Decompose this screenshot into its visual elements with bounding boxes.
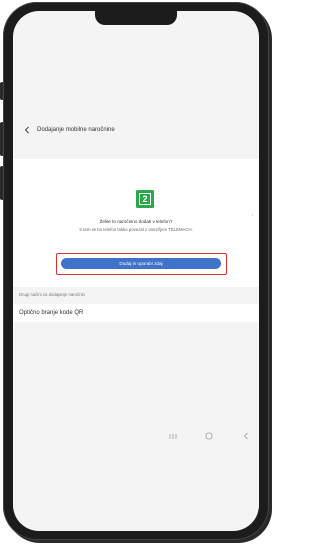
add-description: S tem se bo telefon lahko povezal z omre… bbox=[79, 227, 193, 232]
add-subscription-card: 2 Želite to naročnino dodati v telefon? … bbox=[13, 159, 259, 287]
stage: Dodajanje mobilne naročnine 2 Želite to … bbox=[0, 0, 279, 545]
add-and-use-now-button[interactable]: Dodaj in uporabi zdaj bbox=[61, 258, 221, 269]
add-question: Želite to naročnino dodati v telefon? bbox=[99, 219, 173, 224]
recents-icon[interactable] bbox=[166, 431, 180, 441]
phone-screen: Dodajanje mobilne naročnine 2 Želite to … bbox=[13, 11, 259, 531]
back-chevron-icon[interactable] bbox=[19, 121, 35, 139]
back-icon[interactable] bbox=[239, 431, 253, 441]
sim-card-icon: 2 bbox=[135, 189, 155, 209]
qr-option-label: Optično branje kode QR bbox=[19, 310, 84, 316]
scan-qr-code-option[interactable]: Optično branje kode QR bbox=[13, 304, 259, 322]
sim-number: 2 bbox=[142, 194, 148, 204]
camera-notch bbox=[95, 11, 177, 25]
app-header: Dodajanje mobilne naročnine bbox=[13, 121, 259, 139]
card-edge-mark: ' bbox=[252, 215, 254, 221]
highlight-box: Dodaj in uporabi zdaj bbox=[56, 253, 227, 275]
other-methods-label: Drugi načini za dodajanje naročnin bbox=[19, 292, 85, 297]
page-title: Dodajanje mobilne naročnine bbox=[37, 127, 115, 133]
home-icon[interactable] bbox=[202, 431, 216, 441]
